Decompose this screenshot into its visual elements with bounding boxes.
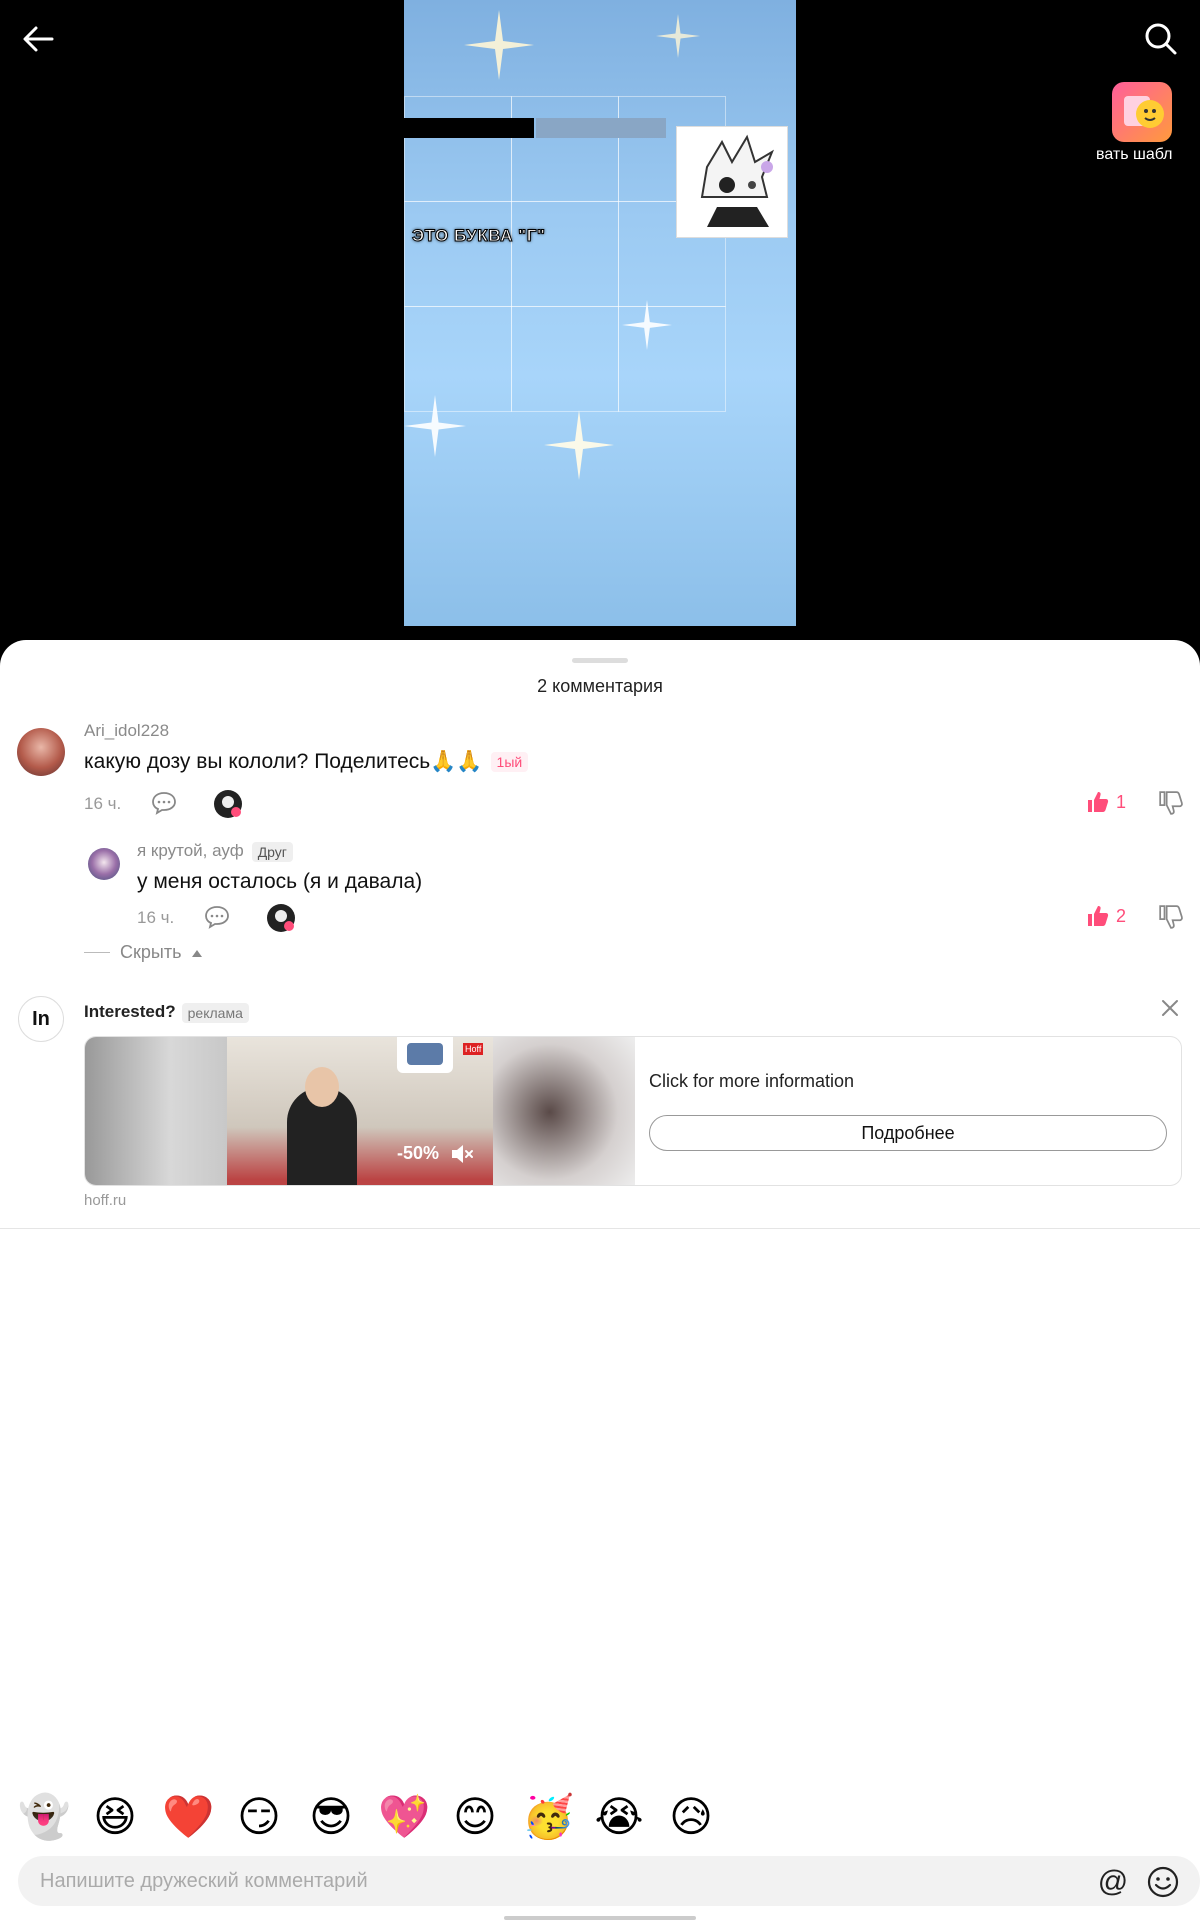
video-gray-strip xyxy=(536,118,666,138)
emoji-ghost[interactable]: 👻 xyxy=(18,1792,70,1842)
ad-badge: реклама xyxy=(181,1002,249,1023)
sparkle-icon xyxy=(544,410,614,480)
ad-blur-left xyxy=(85,1037,227,1185)
emoji-quick-row: 👻 😆 ❤️ 😏 😎 💖 😊 🥳 😭 😥 xyxy=(18,1792,716,1842)
author-reaction-avatar xyxy=(214,790,242,818)
ad-discount-label: -50% xyxy=(397,1143,440,1163)
video-grid-cell xyxy=(404,96,512,202)
ad-description: Click for more information xyxy=(649,1071,855,1091)
search-icon[interactable] xyxy=(1140,18,1182,60)
thumbs-up-icon xyxy=(1087,792,1109,812)
reply-icon[interactable] xyxy=(151,790,177,816)
ad-domain[interactable]: hoff.ru xyxy=(84,1192,126,1209)
emoji-picker-icon[interactable] xyxy=(1146,1865,1180,1899)
first-comment-badge: 1ый xyxy=(490,752,529,773)
template-icon xyxy=(1124,96,1164,128)
mute-icon[interactable] xyxy=(449,1141,475,1167)
home-indicator xyxy=(504,1916,696,1920)
comment-text: какую дозу вы кололи? Поделитесь🙏🙏 1ый xyxy=(84,750,529,774)
ad-card[interactable]: Hoff -50% Click for more information Под… xyxy=(84,1036,1182,1186)
reply-text: у меня осталось (я и давала) xyxy=(137,870,423,893)
emoji-red-heart[interactable]: ❤️ xyxy=(162,1792,214,1842)
video-player[interactable]: ЭТО БУКВА "Г" xyxy=(404,0,796,626)
ad-brand-logo: Hoff xyxy=(463,1043,484,1055)
emoji-blush[interactable]: 😊 xyxy=(450,1792,500,1842)
emoji-sad-sweat[interactable]: 😥 xyxy=(666,1792,716,1842)
ad-photo: Hoff -50% xyxy=(227,1037,493,1185)
divider xyxy=(0,1228,1200,1229)
comment-timestamp: 16 ч. xyxy=(84,794,122,813)
thumbs-down-icon[interactable] xyxy=(1158,790,1184,816)
emoji-laughing[interactable]: 😆 xyxy=(90,1792,140,1842)
comment-timestamp: 16 ч. xyxy=(137,908,175,927)
ad-sofa-image xyxy=(397,1037,453,1073)
video-grid-cell xyxy=(511,306,619,412)
like-button[interactable]: 1 xyxy=(1086,790,1126,814)
thumbs-up-icon xyxy=(1087,906,1109,926)
comment-composer: @ xyxy=(18,1856,1200,1906)
hide-line xyxy=(84,952,110,953)
comments-count-title: 2 комментария xyxy=(537,676,663,696)
top-bar xyxy=(0,0,1200,80)
ad-sofa-inner xyxy=(407,1043,443,1065)
reply-username: я крутой, ауф Друг xyxy=(137,841,293,862)
emoji-crying[interactable]: 😭 xyxy=(594,1792,644,1842)
friend-badge: Друг xyxy=(251,841,293,862)
comments-sheet: 2 комментария Ari_idol228 какую дозу вы … xyxy=(0,640,1200,1920)
anime-character-image xyxy=(676,126,788,238)
author-reaction-avatar xyxy=(267,904,295,932)
advertiser-avatar[interactable]: In xyxy=(18,996,64,1042)
comment-username[interactable]: Ari_idol228 xyxy=(84,721,169,741)
ad-video[interactable]: Hoff -50% xyxy=(85,1037,635,1185)
comment-body: какую дозу вы кололи? Поделитесь🙏🙏 xyxy=(84,750,483,773)
ad-face xyxy=(305,1067,339,1107)
emoji-sunglasses[interactable]: 😎 xyxy=(306,1792,356,1842)
close-icon[interactable] xyxy=(1158,996,1182,1020)
ad-title[interactable]: Interested? xyxy=(84,1002,176,1021)
hide-replies-label: Скрыть xyxy=(120,942,182,962)
avatar[interactable] xyxy=(17,728,65,776)
hide-replies-button[interactable]: Скрыть xyxy=(84,942,203,963)
emoji-party[interactable]: 🥳 xyxy=(522,1792,574,1842)
thumbs-down-icon[interactable] xyxy=(1158,904,1184,930)
ad-cta-button[interactable]: Подробнее xyxy=(649,1115,1167,1151)
back-arrow-icon[interactable] xyxy=(18,18,60,60)
video-caption: ЭТО БУКВА "Г" xyxy=(411,226,546,246)
sparkle-icon xyxy=(404,395,466,457)
sheet-drag-handle[interactable] xyxy=(572,658,628,663)
like-button[interactable]: 2 xyxy=(1086,904,1126,928)
sparkle-icon xyxy=(622,300,672,350)
emoji-smirk[interactable]: 😏 xyxy=(234,1792,284,1842)
ad-blur-right xyxy=(493,1037,635,1185)
avatar[interactable] xyxy=(88,848,120,880)
video-grid-cell xyxy=(511,201,619,307)
video-grid-cell xyxy=(511,96,619,202)
like-count: 1 xyxy=(1115,791,1126,812)
video-grid-cell xyxy=(404,201,512,307)
video-black-strip xyxy=(404,118,534,138)
screen: ЭТО БУКВА "Г" вать шабл 2 комментария Ar… xyxy=(0,0,1200,1920)
mention-button[interactable]: @ xyxy=(1096,1866,1130,1898)
reply-username-text[interactable]: я крутой, ауф xyxy=(137,841,244,860)
use-template-button[interactable] xyxy=(1112,82,1172,142)
comment-input[interactable] xyxy=(40,1856,1060,1906)
use-template-label: вать шабл xyxy=(1096,146,1173,163)
ad-header: Interested? реклама xyxy=(84,1002,249,1023)
caret-up-icon xyxy=(192,949,203,957)
emoji-sparkling-heart[interactable]: 💖 xyxy=(378,1792,430,1842)
reply-icon[interactable] xyxy=(204,904,230,930)
like-count: 2 xyxy=(1115,905,1126,926)
